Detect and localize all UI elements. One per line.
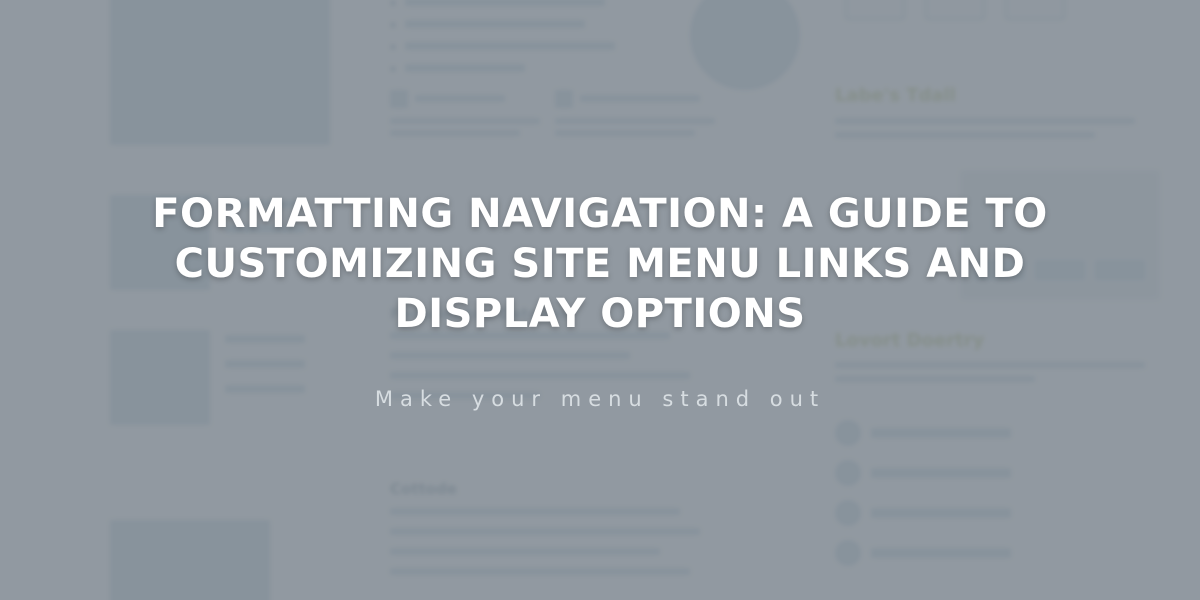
hero-title: FORMATTING NAVIGATION: A GUIDE TO CUSTOM… [110, 189, 1090, 339]
hero-subtitle: Make your menu stand out [375, 387, 825, 411]
hero-text-container: FORMATTING NAVIGATION: A GUIDE TO CUSTOM… [0, 0, 1200, 600]
hero-banner: Labe's Tdall Fedades toe Datoges Lovort … [0, 0, 1200, 600]
